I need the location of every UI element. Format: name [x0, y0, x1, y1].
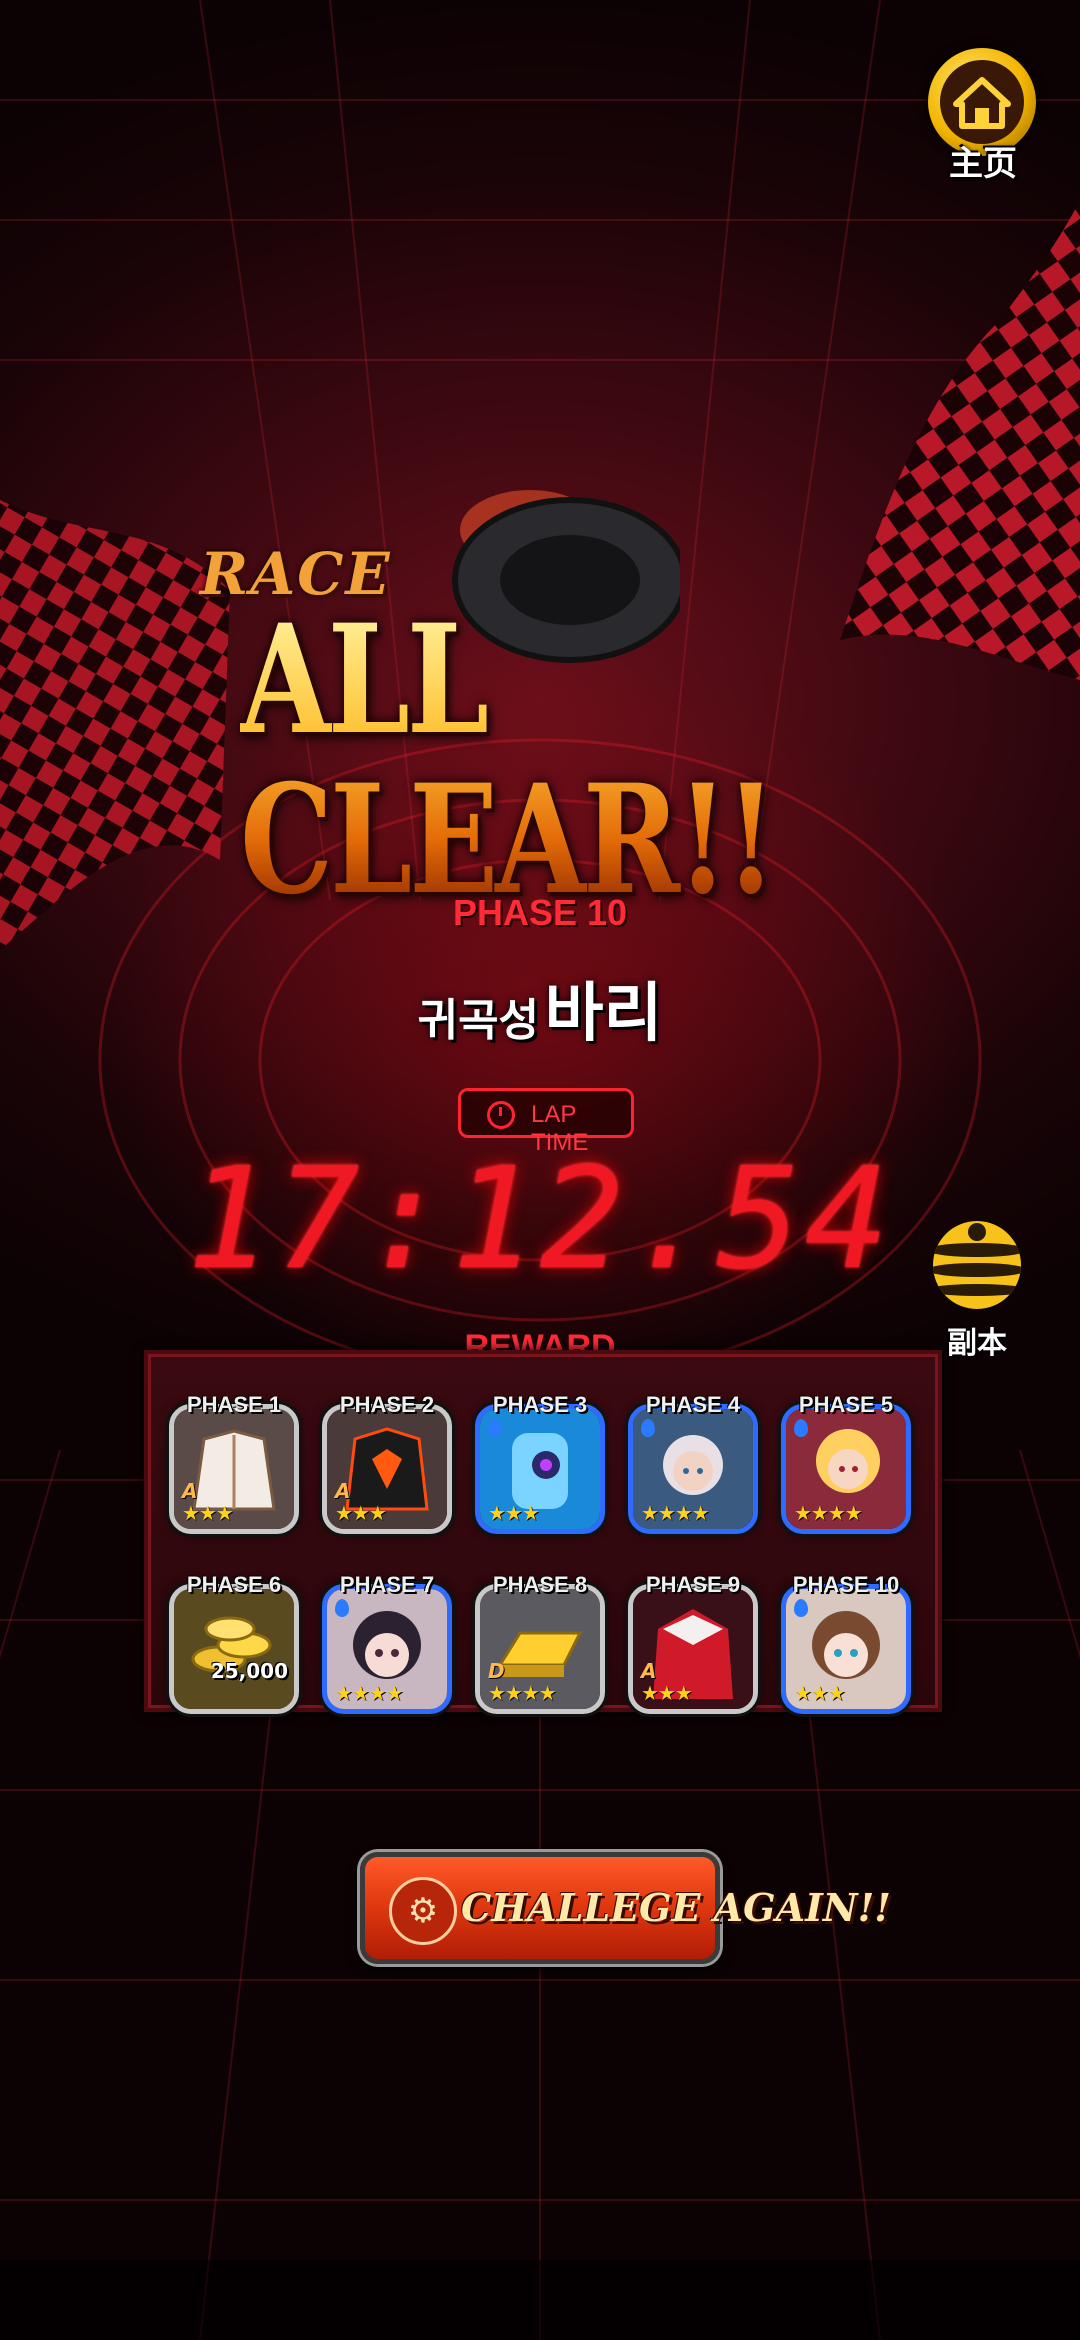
white-jacket-icon: ★★★ A: [169, 1404, 299, 1534]
reward-item[interactable]: PHASE 2 ★★★ A: [317, 1392, 457, 1542]
gold-bar-icon: ★★★★ D: [475, 1584, 605, 1714]
home-label: 主页: [949, 144, 1017, 184]
rarity-stars: ★★★: [794, 1681, 846, 1705]
element-drop-icon: [794, 1599, 808, 1617]
challenge-again-button[interactable]: ⚙ CHALLEGE AGAIN!!: [360, 1852, 891, 1964]
black-red-jacket-icon: ★★★ A: [322, 1404, 452, 1534]
reward-item[interactable]: PHASE 3 ★★★: [470, 1392, 610, 1542]
phase-title: PHASE 10: [452, 892, 628, 933]
rarity-stars: ★★★: [335, 1501, 387, 1525]
rarity-stars: ★★★: [182, 1501, 234, 1525]
blue-robot-character-icon: ★★★: [475, 1404, 605, 1534]
brown-hair-girl-character-icon: ★★★: [781, 1584, 911, 1714]
reward-item[interactable]: PHASE 10 ★★★: [776, 1572, 916, 1722]
element-drop-icon: [794, 1419, 808, 1437]
challenge-again-label: CHALLEGE AGAIN!!: [461, 1885, 891, 1930]
reward-phase-label: PHASE 6: [186, 1572, 282, 1597]
reward-item[interactable]: PHASE 1 ★★★ A: [164, 1392, 304, 1542]
reward-item[interactable]: PHASE 9 ★★★ A: [623, 1572, 763, 1722]
reward-phase-label: PHASE 8: [492, 1572, 588, 1597]
reward-phase-label: PHASE 10: [792, 1572, 900, 1597]
silver-hair-girl-character-icon: ★★★★: [628, 1404, 758, 1534]
element-drop-icon: [641, 1419, 655, 1437]
boss-name: 귀곡성 바리: [0, 962, 1080, 1054]
lap-time-value: 17:12.54: [186, 1138, 894, 1301]
rarity-stars: ★★★: [488, 1501, 540, 1525]
reward-phase-label: PHASE 1: [186, 1392, 282, 1417]
striped-ball-icon: [933, 1221, 1021, 1309]
race-result-screen: 主页 RACE ALL CLEAR!! PHASE 10 귀곡성 바리 LAP …: [0, 0, 1080, 2340]
rarity-stars: ★★★: [641, 1681, 693, 1705]
reward-phase-label: PHASE 9: [645, 1572, 741, 1597]
dark-hair-girl-character-icon: ★★★★: [322, 1584, 452, 1714]
lap-time-label-box: LAP TIME: [458, 1088, 634, 1156]
clock-icon: [487, 1101, 515, 1129]
reward-phase-label: PHASE 4: [645, 1392, 741, 1417]
item-grade: A: [641, 1659, 657, 1683]
reward-item[interactable]: PHASE 8 ★★★★ D: [470, 1572, 610, 1722]
rarity-stars: ★★★★: [488, 1681, 557, 1705]
reward-grid: PHASE 1 ★★★ A PHASE 2 ★★★ A PHASE 3 ★★★ PHASE 4 ★…: [164, 1392, 924, 1722]
item-grade: A: [335, 1479, 351, 1503]
home-button[interactable]: 主页: [922, 48, 1044, 184]
all-clear-headline: ALL CLEAR!!: [240, 600, 895, 920]
reward-item[interactable]: PHASE 7 ★★★★: [317, 1572, 457, 1722]
item-grade: D: [488, 1659, 505, 1683]
item-grade: A: [182, 1479, 198, 1503]
reward-item[interactable]: PHASE 5 ★★★★: [776, 1392, 916, 1542]
boss-prefix: 귀곡성: [417, 995, 540, 1046]
reward-phase-label: PHASE 5: [798, 1392, 894, 1417]
reward-phase-label: PHASE 7: [339, 1572, 435, 1597]
reward-phase-label: PHASE 3: [492, 1392, 588, 1417]
reward-item[interactable]: PHASE 6 25,000: [164, 1572, 304, 1722]
red-robe-outfit-icon: ★★★ A: [628, 1584, 758, 1714]
reward-panel: PHASE 1 ★★★ A PHASE 2 ★★★ A PHASE 3 ★★★ PHASE 4 ★…: [144, 1350, 942, 1714]
boss-main-name: 바리: [544, 977, 663, 1051]
item-quantity: 25,000: [210, 1659, 288, 1683]
reward-phase-label: PHASE 2: [339, 1392, 435, 1417]
blonde-girl-character-icon: ★★★★: [781, 1404, 911, 1534]
rarity-stars: ★★★★: [641, 1501, 710, 1525]
race-emblem-icon: ⚙: [389, 1877, 457, 1945]
gold-coins-icon: 25,000: [169, 1584, 299, 1714]
rarity-stars: ★★★★: [794, 1501, 863, 1525]
rarity-stars: ★★★★: [335, 1681, 404, 1705]
element-drop-icon: [488, 1419, 502, 1437]
element-drop-icon: [335, 1599, 349, 1617]
reward-item[interactable]: PHASE 4 ★★★★: [623, 1392, 763, 1542]
